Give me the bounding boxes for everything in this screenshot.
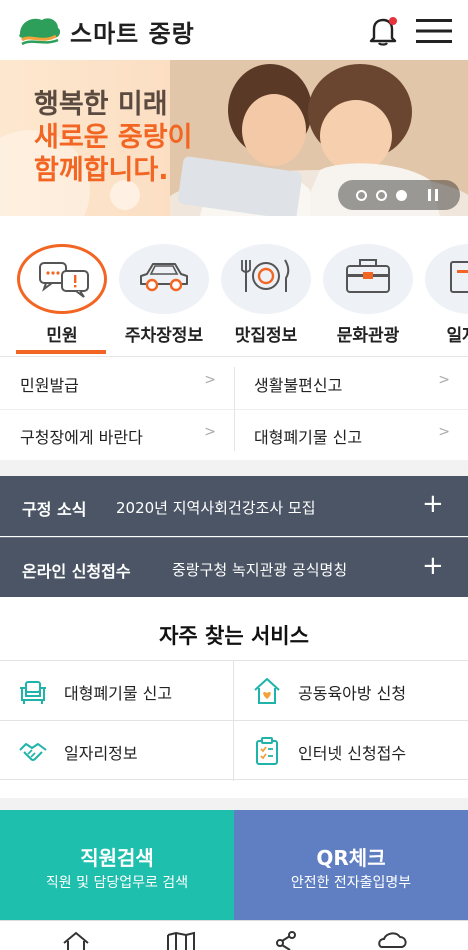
service-bulky-waste[interactable]: 대형폐기물 신고	[0, 661, 234, 721]
category-bubble	[119, 244, 209, 314]
chevron-right-icon: >	[204, 372, 216, 388]
home-icon[interactable]	[62, 931, 90, 950]
service-label: 대형폐기물 신고	[64, 684, 173, 703]
banner-headline-line3: 함께합니다.	[34, 155, 169, 186]
bottom-navigation	[0, 920, 468, 950]
section-gap	[0, 798, 468, 810]
pager-dot[interactable]	[376, 190, 387, 201]
map-icon[interactable]	[166, 931, 196, 950]
category-restaurants[interactable]: 맛집정보	[220, 244, 312, 354]
active-category-indicator	[16, 350, 106, 354]
sofa-icon	[20, 681, 46, 704]
category-parking[interactable]: 주차장정보	[118, 244, 210, 354]
category-bubble	[221, 244, 311, 314]
category-jobs[interactable]: 일자리	[424, 244, 468, 354]
divider	[233, 661, 234, 781]
qr-check-tile[interactable]: QR체크 안전한 전자출입명부	[234, 810, 468, 920]
chevron-right-icon: >	[438, 424, 450, 440]
share-icon[interactable]	[274, 931, 298, 950]
tile-title: QR체크	[316, 846, 386, 870]
house-heart-icon	[254, 678, 280, 704]
frequent-services: 자주 찾는 서비스 대형폐기물 신고 공동육아방 신청 일자리정보 인터넷 신청…	[0, 598, 468, 798]
category-bubble	[323, 244, 413, 314]
news-bar-district[interactable]: 구정 소식 2020년 지역사회건강조사 모집 +	[0, 476, 468, 536]
expand-plus-icon[interactable]: +	[422, 551, 444, 581]
service-online-application[interactable]: 인터넷 신청접수	[234, 721, 468, 781]
quick-link-certificate[interactable]: 민원발급 >	[0, 357, 234, 409]
clipboard-icon	[256, 737, 278, 765]
handshake-icon	[19, 743, 47, 761]
banner-pager[interactable]	[338, 180, 460, 210]
service-label: 공동육아방 신청	[298, 684, 407, 703]
quick-link-label: 대형폐기물 신고	[254, 428, 363, 447]
section-title: 자주 찾는 서비스	[159, 624, 309, 648]
service-childcare[interactable]: 공동육아방 신청	[234, 661, 468, 721]
divider	[234, 367, 235, 451]
chevron-right-icon: >	[204, 424, 216, 440]
category-culture-tourism[interactable]: 문화관광	[322, 244, 414, 354]
speech-bubbles-icon	[39, 262, 89, 298]
logo-icon[interactable]	[16, 14, 62, 46]
quick-link-mayor-request[interactable]: 구청장에게 바란다 >	[0, 409, 234, 461]
news-category: 온라인 신청접수	[22, 562, 131, 581]
hamburger-menu-icon[interactable]	[416, 18, 452, 44]
quick-link-label: 구청장에게 바란다	[20, 428, 143, 447]
tile-title: 직원검색	[80, 846, 154, 870]
pause-icon[interactable]	[428, 189, 431, 201]
quick-link-bulky-waste[interactable]: 대형폐기물 신고 >	[234, 409, 468, 461]
news-category: 구정 소식	[22, 500, 87, 519]
news-headline[interactable]: 중랑구청 녹지관광 공식명칭	[172, 559, 347, 580]
quick-link-inconvenience-report[interactable]: 생활불편신고 >	[234, 357, 468, 409]
plate-fork-knife-icon	[241, 259, 290, 292]
quick-link-label: 민원발급	[20, 376, 79, 395]
jobs-icon	[450, 261, 468, 293]
category-carousel[interactable]: 민원 주차장정보 맛집정보 문화관광 일	[0, 216, 468, 354]
expand-plus-icon[interactable]: +	[422, 489, 444, 519]
suitcase-icon	[346, 259, 390, 293]
category-bubble	[17, 244, 107, 314]
tile-subtitle: 안전한 전자출입명부	[290, 875, 412, 891]
app-title: 스마트 중랑	[70, 20, 195, 48]
news-bar-online-application[interactable]: 온라인 신청접수 중랑구청 녹지관광 공식명칭 +	[0, 537, 468, 597]
service-label: 인터넷 신청접수	[298, 744, 407, 763]
pager-dot-active[interactable]	[396, 190, 407, 201]
chevron-right-icon: >	[438, 372, 450, 388]
news-headline[interactable]: 2020년 지역사회건강조사 모집	[116, 497, 316, 518]
quick-link-label: 생활불편신고	[254, 376, 343, 395]
pause-icon[interactable]	[435, 189, 438, 201]
category-bubble	[425, 244, 468, 314]
pager-dot[interactable]	[356, 190, 367, 201]
divider	[0, 720, 468, 721]
service-jobs[interactable]: 일자리정보	[0, 721, 234, 781]
promo-banner[interactable]: 행복한 미래 새로운 중랑이 함께합니다.	[0, 60, 468, 216]
app-header: 스마트 중랑	[0, 0, 468, 60]
car-icon	[140, 263, 188, 292]
category-label: 일자리	[446, 326, 468, 346]
service-label: 일자리정보	[64, 744, 138, 763]
quick-links: 민원발급 > 생활불편신고 > 구청장에게 바란다 > 대형폐기물 신고 >	[0, 356, 468, 460]
tile-subtitle: 직원 및 담당업무로 검색	[45, 875, 189, 891]
services-grid: 대형폐기물 신고 공동육아방 신청 일자리정보 인터넷 신청접수	[0, 660, 468, 781]
section-gap	[0, 460, 468, 476]
staff-search-tile[interactable]: 직원검색 직원 및 담당업무로 검색	[0, 810, 234, 920]
notification-bell-icon[interactable]	[366, 16, 400, 46]
cloud-icon[interactable]	[378, 931, 408, 950]
category-civil-petition[interactable]: 민원	[16, 244, 108, 354]
